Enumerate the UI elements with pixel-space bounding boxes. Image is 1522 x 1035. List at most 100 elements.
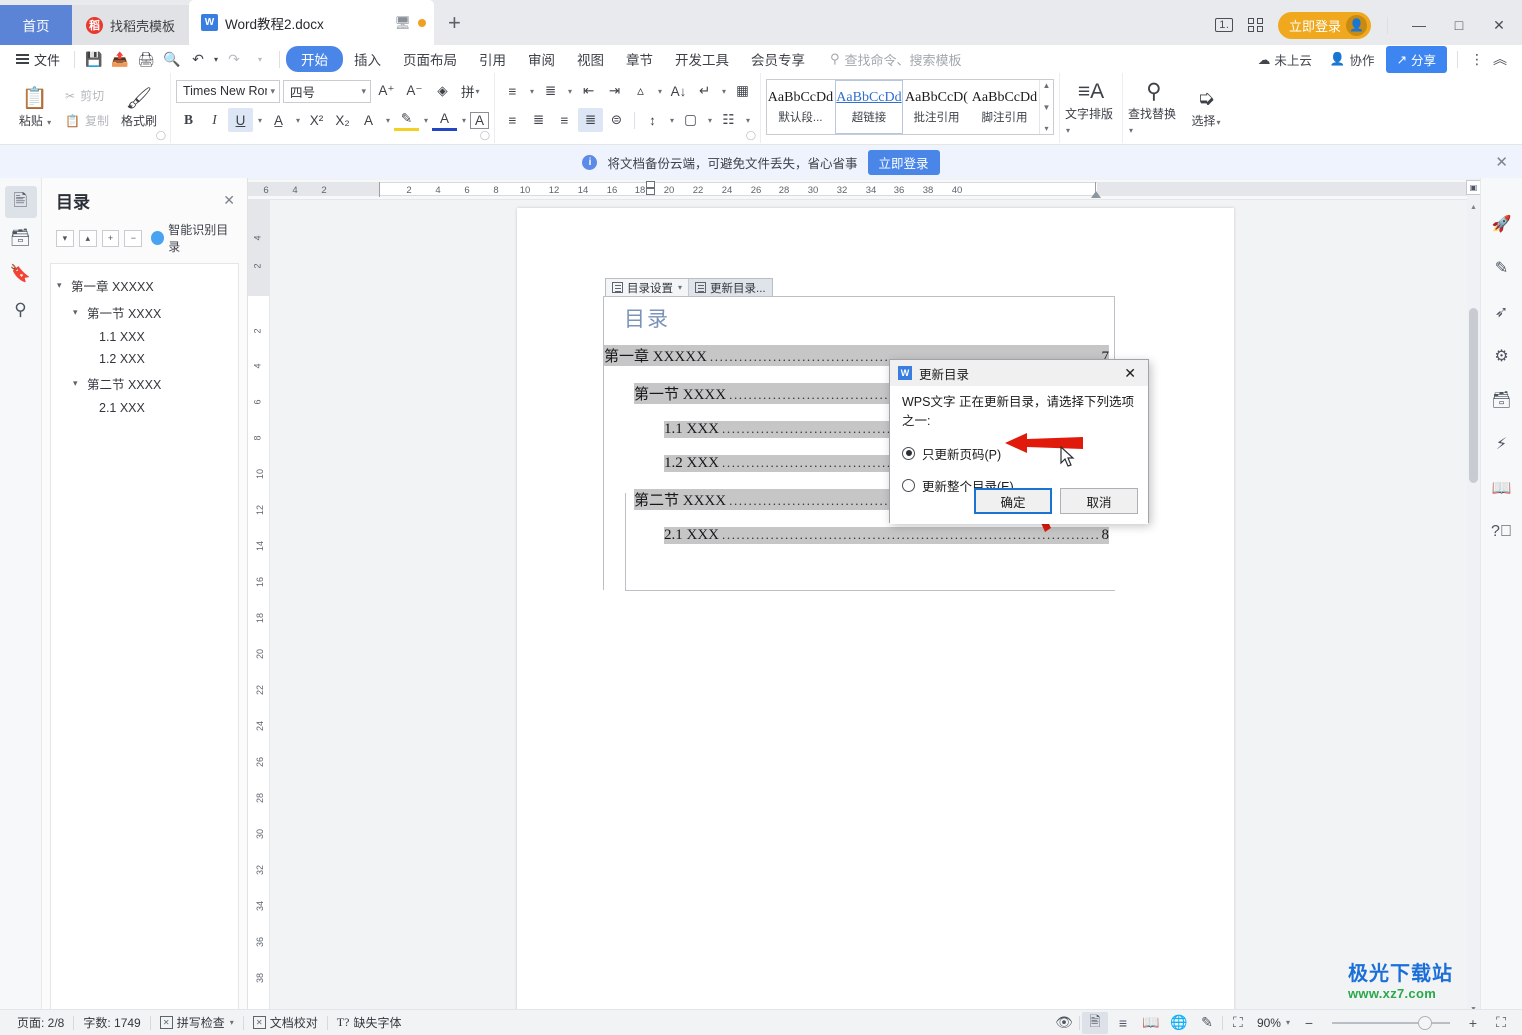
book-search-icon[interactable]: 📖: [1488, 474, 1516, 502]
numbered-list-button[interactable]: ≣: [538, 79, 563, 103]
radio-icon[interactable]: [902, 478, 915, 492]
pinyin-tone-button[interactable]: ▵: [628, 79, 653, 103]
app-grid-icon[interactable]: [1243, 15, 1268, 36]
cut-button[interactable]: ✂ 剪切: [61, 85, 113, 106]
clipboard-dialog-launcher[interactable]: ◯: [156, 130, 166, 141]
pinyin-guide-button[interactable]: 拼 ▾: [458, 79, 483, 103]
style-more-icon[interactable]: ▾: [1044, 124, 1048, 133]
subscript-button[interactable]: X₂: [330, 108, 355, 132]
scroll-up-arrow[interactable]: ▲: [1467, 200, 1480, 214]
first-line-indent-marker[interactable]: [646, 181, 655, 188]
toc-settings-button[interactable]: 目录设置 ▾: [606, 279, 688, 296]
zoom-value[interactable]: 90% ▾: [1253, 1016, 1294, 1030]
plus-icon[interactable]: +: [101, 229, 120, 247]
vertical-scrollbar[interactable]: ▣ ▲ ▼: [1466, 178, 1481, 1018]
zoom-in-button[interactable]: +: [1460, 1012, 1486, 1034]
tab-member[interactable]: 会员专享: [740, 47, 816, 71]
redo-icon[interactable]: ↷: [221, 48, 247, 71]
save-as-icon[interactable]: 📤: [107, 48, 133, 71]
lightning-icon[interactable]: ⚡: [1488, 430, 1516, 458]
align-left-button[interactable]: ≡: [500, 108, 525, 132]
edit-icon[interactable]: ✎: [1194, 1012, 1220, 1034]
present-monitor-icon[interactable]: 🖥: [395, 15, 412, 31]
tab-page-layout[interactable]: 页面布局: [392, 47, 468, 71]
increase-indent-button[interactable]: ⇥: [602, 79, 627, 103]
tab-section[interactable]: 章节: [615, 47, 664, 71]
strikethrough-caret-icon[interactable]: ▾: [292, 108, 303, 132]
proofread-button[interactable]: ✕ 文档校对: [244, 1014, 327, 1031]
clear-formatting-icon[interactable]: ◈: [430, 79, 455, 103]
print-preview-icon[interactable]: 🔍: [159, 48, 185, 71]
justify-button[interactable]: ≣: [577, 108, 603, 132]
new-tab-button[interactable]: +: [434, 5, 475, 45]
show-marks-caret-icon[interactable]: ▾: [718, 79, 729, 103]
chevron-down-icon[interactable]: ▾: [230, 1018, 234, 1027]
rocket-icon[interactable]: 🚀: [1488, 210, 1516, 238]
cancel-button[interactable]: 取消: [1060, 488, 1138, 514]
tab-home[interactable]: 首页: [0, 5, 72, 45]
cloud-status-button[interactable]: ☁ 未上云: [1251, 48, 1319, 71]
underline-caret-icon[interactable]: ▾: [254, 108, 265, 132]
ok-button[interactable]: 确定: [974, 488, 1052, 514]
collapse-up-icon[interactable]: ▴: [78, 229, 97, 247]
spellcheck-button[interactable]: ✕ 拼写检查 ▾: [151, 1014, 243, 1031]
character-border-caret-icon[interactable]: ▾: [382, 108, 393, 132]
font-color-button[interactable]: A: [431, 110, 457, 131]
print-icon[interactable]: 🖨: [133, 48, 159, 71]
pinyin-tone-caret-icon[interactable]: ▾: [654, 79, 665, 103]
bold-button[interactable]: B: [176, 108, 201, 132]
text-layout-button[interactable]: ≡A 文字排版▾: [1065, 75, 1117, 141]
chevron-down-icon[interactable]: ▾: [73, 307, 82, 318]
sidebar-item-bookmarks[interactable]: 🔖: [5, 258, 37, 290]
page-indicator[interactable]: 页面: 2/8: [8, 1014, 73, 1031]
radio-icon-selected[interactable]: [902, 446, 915, 460]
align-center-button[interactable]: ≣: [526, 108, 551, 132]
tab-developer[interactable]: 开发工具: [664, 47, 740, 71]
hanging-indent-marker[interactable]: [646, 188, 655, 195]
tab-document[interactable]: W Word教程2.docx 🖥: [189, 0, 435, 45]
pen-icon[interactable]: ✎: [1488, 254, 1516, 282]
grid-lines-button[interactable]: ▦: [730, 79, 755, 103]
minimize-button[interactable]: —: [1404, 5, 1434, 45]
tab-insert[interactable]: 插入: [343, 47, 392, 71]
font-size-select[interactable]: 四号 ▾: [282, 79, 371, 103]
smart-toc-button[interactable]: 智能识别目录: [151, 221, 235, 255]
page-count-icon[interactable]: 1.: [1215, 18, 1234, 32]
copy-button[interactable]: 📋 复制: [61, 110, 113, 131]
toc-outline-list[interactable]: ▾ 第一章 XXXXX ▾ 第一节 XXXX 1.1 XXX 1.2 XXX ▾…: [50, 263, 239, 1023]
expand-down-icon[interactable]: ▾: [56, 229, 74, 247]
zoom-slider[interactable]: [1332, 1015, 1450, 1030]
sidebar-item-outline[interactable]: 🖹: [4, 186, 37, 218]
chevron-down-icon[interactable]: ▾: [1286, 1018, 1290, 1027]
highlight-color-button[interactable]: ✎: [393, 110, 419, 131]
italic-button[interactable]: I: [202, 108, 227, 132]
superscript-button[interactable]: X²: [304, 108, 329, 132]
line-spacing-button[interactable]: ↕: [640, 108, 665, 132]
borders-caret-icon[interactable]: ▾: [742, 108, 753, 132]
undo-caret-icon[interactable]: ▾: [211, 48, 221, 71]
minus-icon[interactable]: −: [124, 229, 143, 247]
help-icon[interactable]: ?⃝: [1488, 518, 1516, 546]
outline-view-button[interactable]: ≡: [1110, 1012, 1136, 1034]
stamp-icon[interactable]: 🗃: [1488, 386, 1516, 414]
show-marks-button[interactable]: ↵: [692, 79, 717, 103]
undo-icon[interactable]: ↶: [185, 48, 211, 71]
close-icon[interactable]: ✕: [223, 192, 235, 209]
zoom-out-button[interactable]: −: [1296, 1012, 1322, 1034]
list-item[interactable]: ▾ 第二节 XXXX: [51, 370, 238, 397]
chevron-down-icon[interactable]: ▾: [57, 280, 66, 291]
toc-update-button[interactable]: 更新目录...: [688, 279, 772, 296]
maximize-button[interactable]: □: [1444, 5, 1474, 45]
page-jump-icon[interactable]: ▣: [1466, 180, 1481, 195]
style-item-default[interactable]: AaBbCcDd 默认段...: [767, 80, 835, 134]
tab-view[interactable]: 视图: [566, 47, 615, 71]
font-dialog-launcher[interactable]: ◯: [480, 130, 490, 141]
list-item[interactable]: ▾ 第一章 XXXXX: [51, 272, 238, 299]
sliders-icon[interactable]: ⚙: [1488, 342, 1516, 370]
command-search[interactable]: ⚲ 查找命令、搜索模板: [830, 50, 962, 69]
align-right-button[interactable]: ≡: [552, 108, 577, 132]
numbered-list-caret-icon[interactable]: ▾: [564, 79, 575, 103]
paragraph-dialog-launcher[interactable]: ◯: [746, 130, 756, 141]
cursor-icon[interactable]: ➶: [1488, 298, 1516, 326]
font-family-select[interactable]: Times New Roma ▾: [175, 79, 280, 103]
